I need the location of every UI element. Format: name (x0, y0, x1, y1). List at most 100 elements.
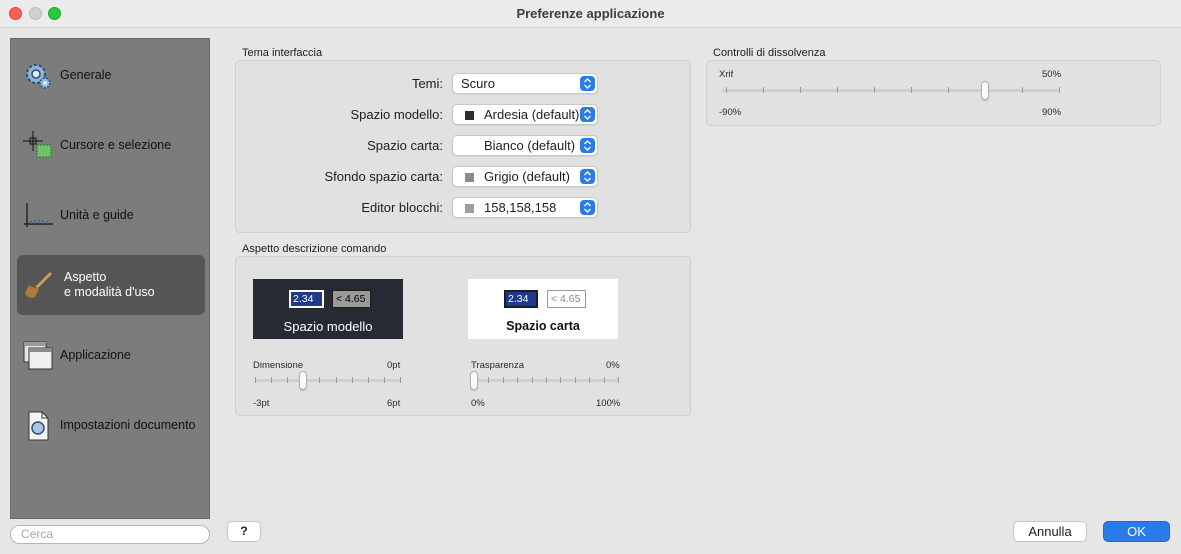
slider-tick (287, 377, 288, 383)
paper-background-label: Sfondo spazio carta: (324, 169, 443, 184)
sidebar-item-unita[interactable]: Unità e guide (17, 185, 205, 245)
slider-tick (352, 377, 353, 383)
slider-tick (384, 377, 385, 383)
section-title-theme: Tema interfaccia (242, 47, 323, 59)
sidebar-item-label-line2: e modalità d'uso (64, 285, 155, 299)
theme-label: Temi: (411, 76, 443, 91)
slider-tick (319, 377, 320, 383)
sidebar-item-aspetto[interactable]: Aspetto e modalità d'uso (17, 255, 205, 315)
brush-icon (25, 272, 52, 298)
ok-button[interactable]: OK (1103, 521, 1170, 542)
model-space-caption: Spazio modello (283, 319, 373, 334)
popup-arrows-icon (580, 76, 595, 91)
popup-arrows-icon (580, 169, 595, 184)
preview-value-1: 2.34 (289, 290, 324, 308)
slider-tick (589, 377, 590, 383)
preview-value-1: 2.34 (504, 290, 538, 308)
transparency-slider-value: 0% (606, 360, 620, 371)
slider-tick (800, 87, 801, 93)
block-editor-label: Editor blocchi: (361, 200, 443, 215)
sidebar: Generale Cursore e selezione Unità e gui… (10, 38, 210, 519)
units-icon (24, 203, 53, 227)
sidebar-item-label: Impostazioni documento (60, 417, 196, 432)
model-space-popup[interactable]: Ardesia (default) (452, 104, 598, 125)
paper-space-caption: Spazio carta (506, 319, 580, 333)
slider-tick (948, 87, 949, 93)
paper-space-popup[interactable]: Bianco (default) (452, 135, 598, 156)
size-slider-label: Dimensione (253, 360, 304, 371)
color-swatch (465, 142, 474, 151)
color-swatch (465, 204, 474, 213)
slider-tick (1059, 87, 1060, 93)
xref-slider-max: 90% (1042, 107, 1062, 118)
slider-tick (874, 87, 875, 93)
sidebar-item-label: Cursore e selezione (60, 137, 172, 152)
slider-tick (271, 377, 272, 383)
model-space-label: Spazio modello: (350, 107, 444, 122)
help-button[interactable]: ? (227, 521, 261, 542)
xref-slider-track (722, 89, 1060, 92)
transparency-slider-min: 0% (471, 398, 485, 409)
transparency-slider-thumb[interactable] (470, 371, 478, 390)
sidebar-item-label-line1: Aspetto (64, 270, 107, 284)
slider-tick (726, 87, 727, 93)
theme-popup[interactable]: Scuro (452, 73, 598, 94)
fade-group (706, 60, 1161, 126)
size-slider-track (255, 379, 401, 382)
slider-tick (837, 87, 838, 93)
popup-arrows-icon (580, 200, 595, 215)
paper-space-preview: 2.34 < 4.65 Spazio carta (468, 279, 618, 339)
size-slider-value: 0pt (387, 360, 401, 371)
slider-tick (488, 377, 489, 383)
title-bar: Preferenze applicazione (0, 0, 1181, 28)
size-slider-thumb[interactable] (299, 371, 307, 390)
popup-arrows-icon (580, 107, 595, 122)
popup-arrows-icon (580, 138, 595, 153)
slider-tick (400, 377, 401, 383)
gear-icon (26, 64, 51, 89)
sidebar-item-label: Generale (60, 67, 112, 82)
slider-tick (560, 377, 561, 383)
preview-value-2: < 4.65 (547, 290, 586, 308)
sidebar-item-label: Aspetto e modalità d'uso (64, 255, 155, 315)
sidebar-item-cursore[interactable]: Cursore e selezione (17, 115, 205, 175)
paper-background-popup[interactable]: Grigio (default) (452, 166, 598, 187)
slider-tick (517, 377, 518, 383)
slider-tick (336, 377, 337, 383)
slider-tick (604, 377, 605, 383)
slider-tick (255, 377, 256, 383)
block-editor-popup[interactable]: 158,158,158 (452, 197, 598, 218)
section-title-fade: Controlli di dissolvenza (713, 47, 826, 59)
sidebar-item-generale[interactable]: Generale (17, 45, 205, 105)
slider-tick (763, 87, 764, 93)
slider-tick (503, 377, 504, 383)
preview-value-2: < 4.65 (332, 290, 371, 308)
sidebar-item-label: Unità e guide (60, 207, 134, 222)
color-swatch (465, 111, 474, 120)
window-title: Preferenze applicazione (516, 6, 665, 21)
slider-tick (532, 377, 533, 383)
crosshair-icon (23, 131, 52, 158)
section-title-command: Aspetto descrizione comando (242, 243, 387, 255)
transparency-slider-max: 100% (596, 398, 621, 409)
transparency-slider-label: Trasparenza (471, 360, 524, 371)
theme-value: Scuro (461, 76, 495, 91)
slider-tick (575, 377, 576, 383)
xref-slider-thumb[interactable] (981, 81, 989, 100)
cancel-button[interactable]: Annulla (1013, 521, 1087, 542)
paper-space-label: Spazio carta: (367, 138, 443, 153)
sidebar-item-label: Applicazione (60, 347, 131, 362)
slider-tick (1022, 87, 1023, 93)
xref-slider-min: -90% (719, 107, 742, 118)
xref-slider-label: Xrif (719, 69, 734, 80)
sidebar-item-applicazione[interactable]: Applicazione (17, 325, 205, 385)
size-slider-max: 6pt (387, 398, 401, 409)
slider-tick (911, 87, 912, 93)
sidebar-item-impostazioni-documento[interactable]: Impostazioni documento (17, 395, 205, 455)
document-icon (28, 411, 49, 441)
model-space-preview: 2.34 < 4.65 Spazio modello (253, 279, 403, 339)
search-input[interactable]: Cerca (10, 525, 210, 544)
slider-tick (618, 377, 619, 383)
xref-slider-value: 50% (1042, 69, 1062, 80)
slider-tick (368, 377, 369, 383)
